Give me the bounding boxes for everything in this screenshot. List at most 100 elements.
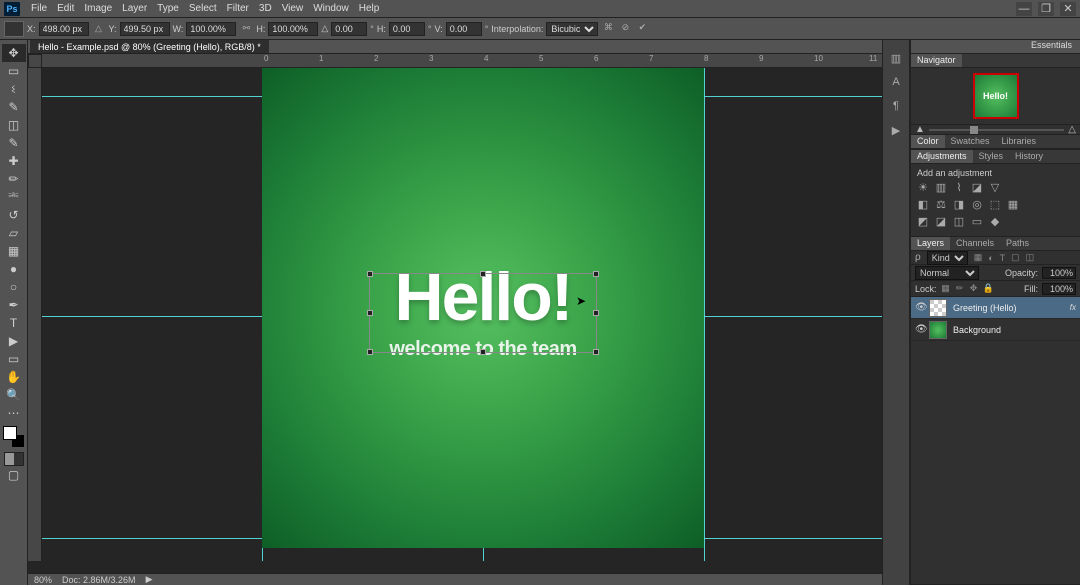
menu-layer[interactable]: Layer bbox=[117, 3, 152, 14]
canvas[interactable]: Hello! welcome to the team ➤ bbox=[42, 68, 882, 561]
menu-select[interactable]: Select bbox=[184, 3, 222, 14]
menu-file[interactable]: File bbox=[26, 3, 52, 14]
blur-tool[interactable]: ● bbox=[2, 260, 26, 278]
interpolation-select[interactable]: Bicubic bbox=[546, 22, 598, 36]
paragraph-icon[interactable]: ¶ bbox=[887, 98, 905, 114]
angle-input[interactable] bbox=[331, 22, 367, 36]
tab-paths[interactable]: Paths bbox=[1000, 237, 1035, 250]
zoom-in-icon[interactable]: △ bbox=[1068, 124, 1076, 135]
crop-tool[interactable]: ◫ bbox=[2, 116, 26, 134]
colorbalance-icon[interactable]: ⚖ bbox=[935, 198, 947, 211]
history-brush-tool[interactable]: ↺ bbox=[2, 206, 26, 224]
h-input[interactable] bbox=[268, 22, 318, 36]
navigator-zoom-slider[interactable]: ▲ △ bbox=[911, 124, 1080, 134]
colorlookup-icon[interactable]: ▦ bbox=[1007, 198, 1019, 211]
actions-icon[interactable]: ▶ bbox=[887, 122, 905, 138]
zoom-tool[interactable]: 🔍 bbox=[2, 386, 26, 404]
layer-name[interactable]: Greeting (Hello) bbox=[953, 303, 1017, 313]
lock-position-icon[interactable]: ✥ bbox=[969, 283, 979, 294]
cancel-transform-icon[interactable]: ⊘ bbox=[618, 22, 632, 36]
menu-edit[interactable]: Edit bbox=[52, 3, 79, 14]
triangle-icon[interactable]: △ bbox=[92, 23, 106, 34]
tab-libraries[interactable]: Libraries bbox=[996, 135, 1043, 148]
huesat-icon[interactable]: ◧ bbox=[917, 198, 929, 211]
guide-vertical[interactable] bbox=[704, 68, 705, 561]
type-tool[interactable]: T bbox=[2, 314, 26, 332]
maximize-button[interactable]: ❐ bbox=[1038, 2, 1054, 16]
lock-transparency-icon[interactable]: ▦ bbox=[941, 283, 951, 294]
path-select-tool[interactable]: ▶ bbox=[2, 332, 26, 350]
edit-toolbar-icon[interactable]: ⋯ bbox=[2, 404, 26, 422]
menu-help[interactable]: Help bbox=[354, 3, 385, 14]
exposure-icon[interactable]: ◪ bbox=[971, 181, 983, 194]
invert-icon[interactable]: ◩ bbox=[917, 215, 929, 228]
zoom-slider-knob[interactable] bbox=[970, 126, 978, 134]
curves-icon[interactable]: ⌇ bbox=[953, 181, 965, 194]
menu-filter[interactable]: Filter bbox=[222, 3, 254, 14]
layer-filter-select[interactable]: Kind bbox=[927, 251, 968, 265]
zoom-out-icon[interactable]: ▲ bbox=[915, 124, 925, 135]
hand-tool[interactable]: ✋ bbox=[2, 368, 26, 386]
tab-swatches[interactable]: Swatches bbox=[945, 135, 996, 148]
healing-brush-tool[interactable]: ✚ bbox=[2, 152, 26, 170]
tab-navigator[interactable]: Navigator bbox=[911, 54, 962, 67]
channelmixer-icon[interactable]: ⬚ bbox=[989, 198, 1001, 211]
blend-mode-select[interactable]: Normal bbox=[915, 266, 979, 280]
layer-thumbnail[interactable] bbox=[929, 299, 947, 317]
filter-smart-icon[interactable]: ◫ bbox=[1026, 252, 1035, 263]
lasso-tool[interactable]: ଽ bbox=[2, 80, 26, 98]
warp-icon[interactable]: ⌘ bbox=[601, 22, 615, 36]
clone-stamp-tool[interactable]: ⎃ bbox=[2, 188, 26, 206]
visibility-toggle-icon[interactable]: 👁 bbox=[915, 324, 929, 335]
character-icon[interactable]: A bbox=[887, 74, 905, 90]
photofilter-icon[interactable]: ◎ bbox=[971, 198, 983, 211]
document-tab[interactable]: Hello - Example.psd @ 80% (Greeting (Hel… bbox=[30, 40, 269, 53]
levels-icon[interactable]: ▥ bbox=[935, 181, 947, 194]
quick-select-tool[interactable]: ✎ bbox=[2, 98, 26, 116]
filter-shape-icon[interactable]: ▢ bbox=[1011, 252, 1020, 263]
transform-box[interactable]: ➤ bbox=[369, 273, 597, 353]
lock-all-icon[interactable]: 🔒 bbox=[983, 283, 993, 294]
menu-view[interactable]: View bbox=[277, 3, 309, 14]
dodge-tool[interactable]: ○ bbox=[2, 278, 26, 296]
screen-mode-icon[interactable]: ▢ bbox=[2, 466, 26, 484]
selectivecolor-icon[interactable]: ◆ bbox=[989, 215, 1001, 228]
filter-type-icon[interactable]: T bbox=[1000, 253, 1006, 263]
status-arrow-icon[interactable]: ▶ bbox=[146, 574, 153, 585]
brightness-icon[interactable]: ☀ bbox=[917, 181, 929, 194]
fg-bg-color[interactable] bbox=[3, 426, 25, 448]
threshold-icon[interactable]: ◫ bbox=[953, 215, 965, 228]
w-input[interactable] bbox=[186, 22, 236, 36]
menu-window[interactable]: Window bbox=[308, 3, 354, 14]
minimize-button[interactable]: — bbox=[1016, 2, 1032, 16]
quick-mask-toggle[interactable] bbox=[4, 452, 24, 466]
close-button[interactable]: ✕ bbox=[1060, 2, 1076, 16]
navigator-preview[interactable]: Hello! bbox=[911, 68, 1080, 124]
tab-styles[interactable]: Styles bbox=[973, 150, 1010, 163]
tab-color[interactable]: Color bbox=[911, 135, 945, 148]
tab-layers[interactable]: Layers bbox=[911, 237, 950, 250]
posterize-icon[interactable]: ◪ bbox=[935, 215, 947, 228]
lock-paint-icon[interactable]: ✏ bbox=[955, 283, 965, 294]
workspace-switcher[interactable]: Essentials bbox=[911, 40, 1080, 54]
hskew-input[interactable] bbox=[389, 22, 425, 36]
filter-pixel-icon[interactable]: ▦ bbox=[974, 252, 983, 263]
vertical-ruler[interactable] bbox=[28, 68, 42, 561]
layer-name[interactable]: Background bbox=[953, 325, 1001, 335]
commit-transform-icon[interactable]: ✔ bbox=[635, 22, 649, 36]
y-input[interactable] bbox=[120, 22, 170, 36]
menu-3d[interactable]: 3D bbox=[254, 3, 277, 14]
tab-adjustments[interactable]: Adjustments bbox=[911, 150, 973, 163]
x-input[interactable] bbox=[39, 22, 89, 36]
menu-image[interactable]: Image bbox=[79, 3, 117, 14]
move-tool[interactable]: ✥ bbox=[2, 44, 26, 62]
foreground-color-swatch[interactable] bbox=[3, 426, 17, 440]
link-icon[interactable]: ⚯ bbox=[239, 23, 253, 34]
layer-row[interactable]: 👁 Greeting (Hello) fx bbox=[911, 297, 1080, 319]
layer-fx-badge[interactable]: fx bbox=[1070, 303, 1076, 312]
tab-history[interactable]: History bbox=[1009, 150, 1049, 163]
zoom-level[interactable]: 80% bbox=[34, 575, 52, 585]
eyedropper-tool[interactable]: ✎ bbox=[2, 134, 26, 152]
bw-icon[interactable]: ◨ bbox=[953, 198, 965, 211]
fill-input[interactable] bbox=[1042, 283, 1076, 295]
